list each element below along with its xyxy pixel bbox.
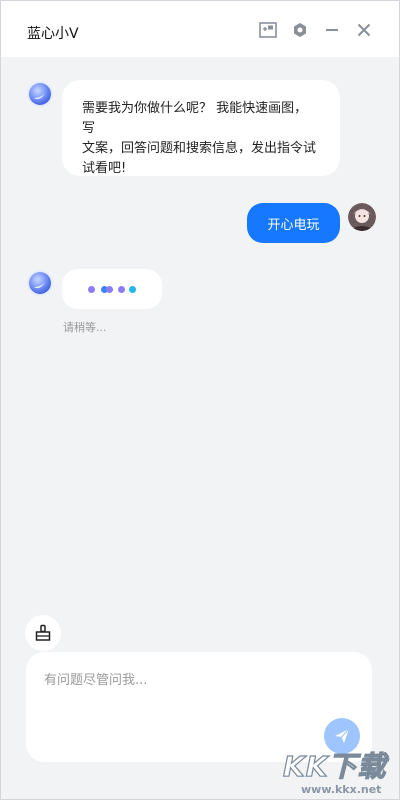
minimize-button[interactable] xyxy=(321,19,343,41)
close-button[interactable] xyxy=(353,19,375,41)
pin-window-icon xyxy=(259,22,277,38)
settings-icon xyxy=(294,23,306,37)
send-icon xyxy=(335,728,350,743)
message-line: 文案，回答问题和搜索信息，发出指令试 xyxy=(82,141,317,156)
watermark-url: www.kkx.net xyxy=(301,783,382,796)
app-window: 蓝心小V 需要我为你做什么呢？ 我能快速画图，写 文案，回答问题和搜索信息，发出… xyxy=(0,0,400,800)
typing-indicator xyxy=(62,269,162,309)
typing-dot xyxy=(88,286,95,293)
close-icon xyxy=(357,23,371,37)
user-avatar-image xyxy=(348,203,376,231)
clear-chat-button[interactable] xyxy=(25,615,61,651)
minimize-icon xyxy=(326,29,338,31)
pin-window-button[interactable] xyxy=(257,19,279,41)
typing-dot xyxy=(106,286,113,293)
message-input[interactable] xyxy=(44,668,304,692)
user-avatar xyxy=(348,203,376,231)
settings-button[interactable] xyxy=(289,19,311,41)
assistant-avatar xyxy=(27,270,53,296)
typing-dot xyxy=(129,286,136,293)
waiting-text: 请稍等... xyxy=(63,321,107,334)
broom-icon xyxy=(35,624,51,641)
title-bar: 蓝心小V xyxy=(1,1,399,57)
watermark: KK下载 www.kkx.net xyxy=(282,745,397,799)
watermark-logo: KK下载 xyxy=(282,749,387,783)
user-message: 开心电玩 xyxy=(247,203,340,243)
message-line: 试看吧! xyxy=(82,161,127,176)
message-line: 需要我为你做什么呢？ 我能快速画图，写 xyxy=(82,101,308,136)
window-title: 蓝心小V xyxy=(27,26,79,42)
assistant-avatar xyxy=(27,81,53,107)
assistant-message: 需要我为你做什么呢？ 我能快速画图，写 文案，回答问题和搜索信息，发出指令试 试… xyxy=(62,80,340,176)
typing-dot xyxy=(118,286,125,293)
